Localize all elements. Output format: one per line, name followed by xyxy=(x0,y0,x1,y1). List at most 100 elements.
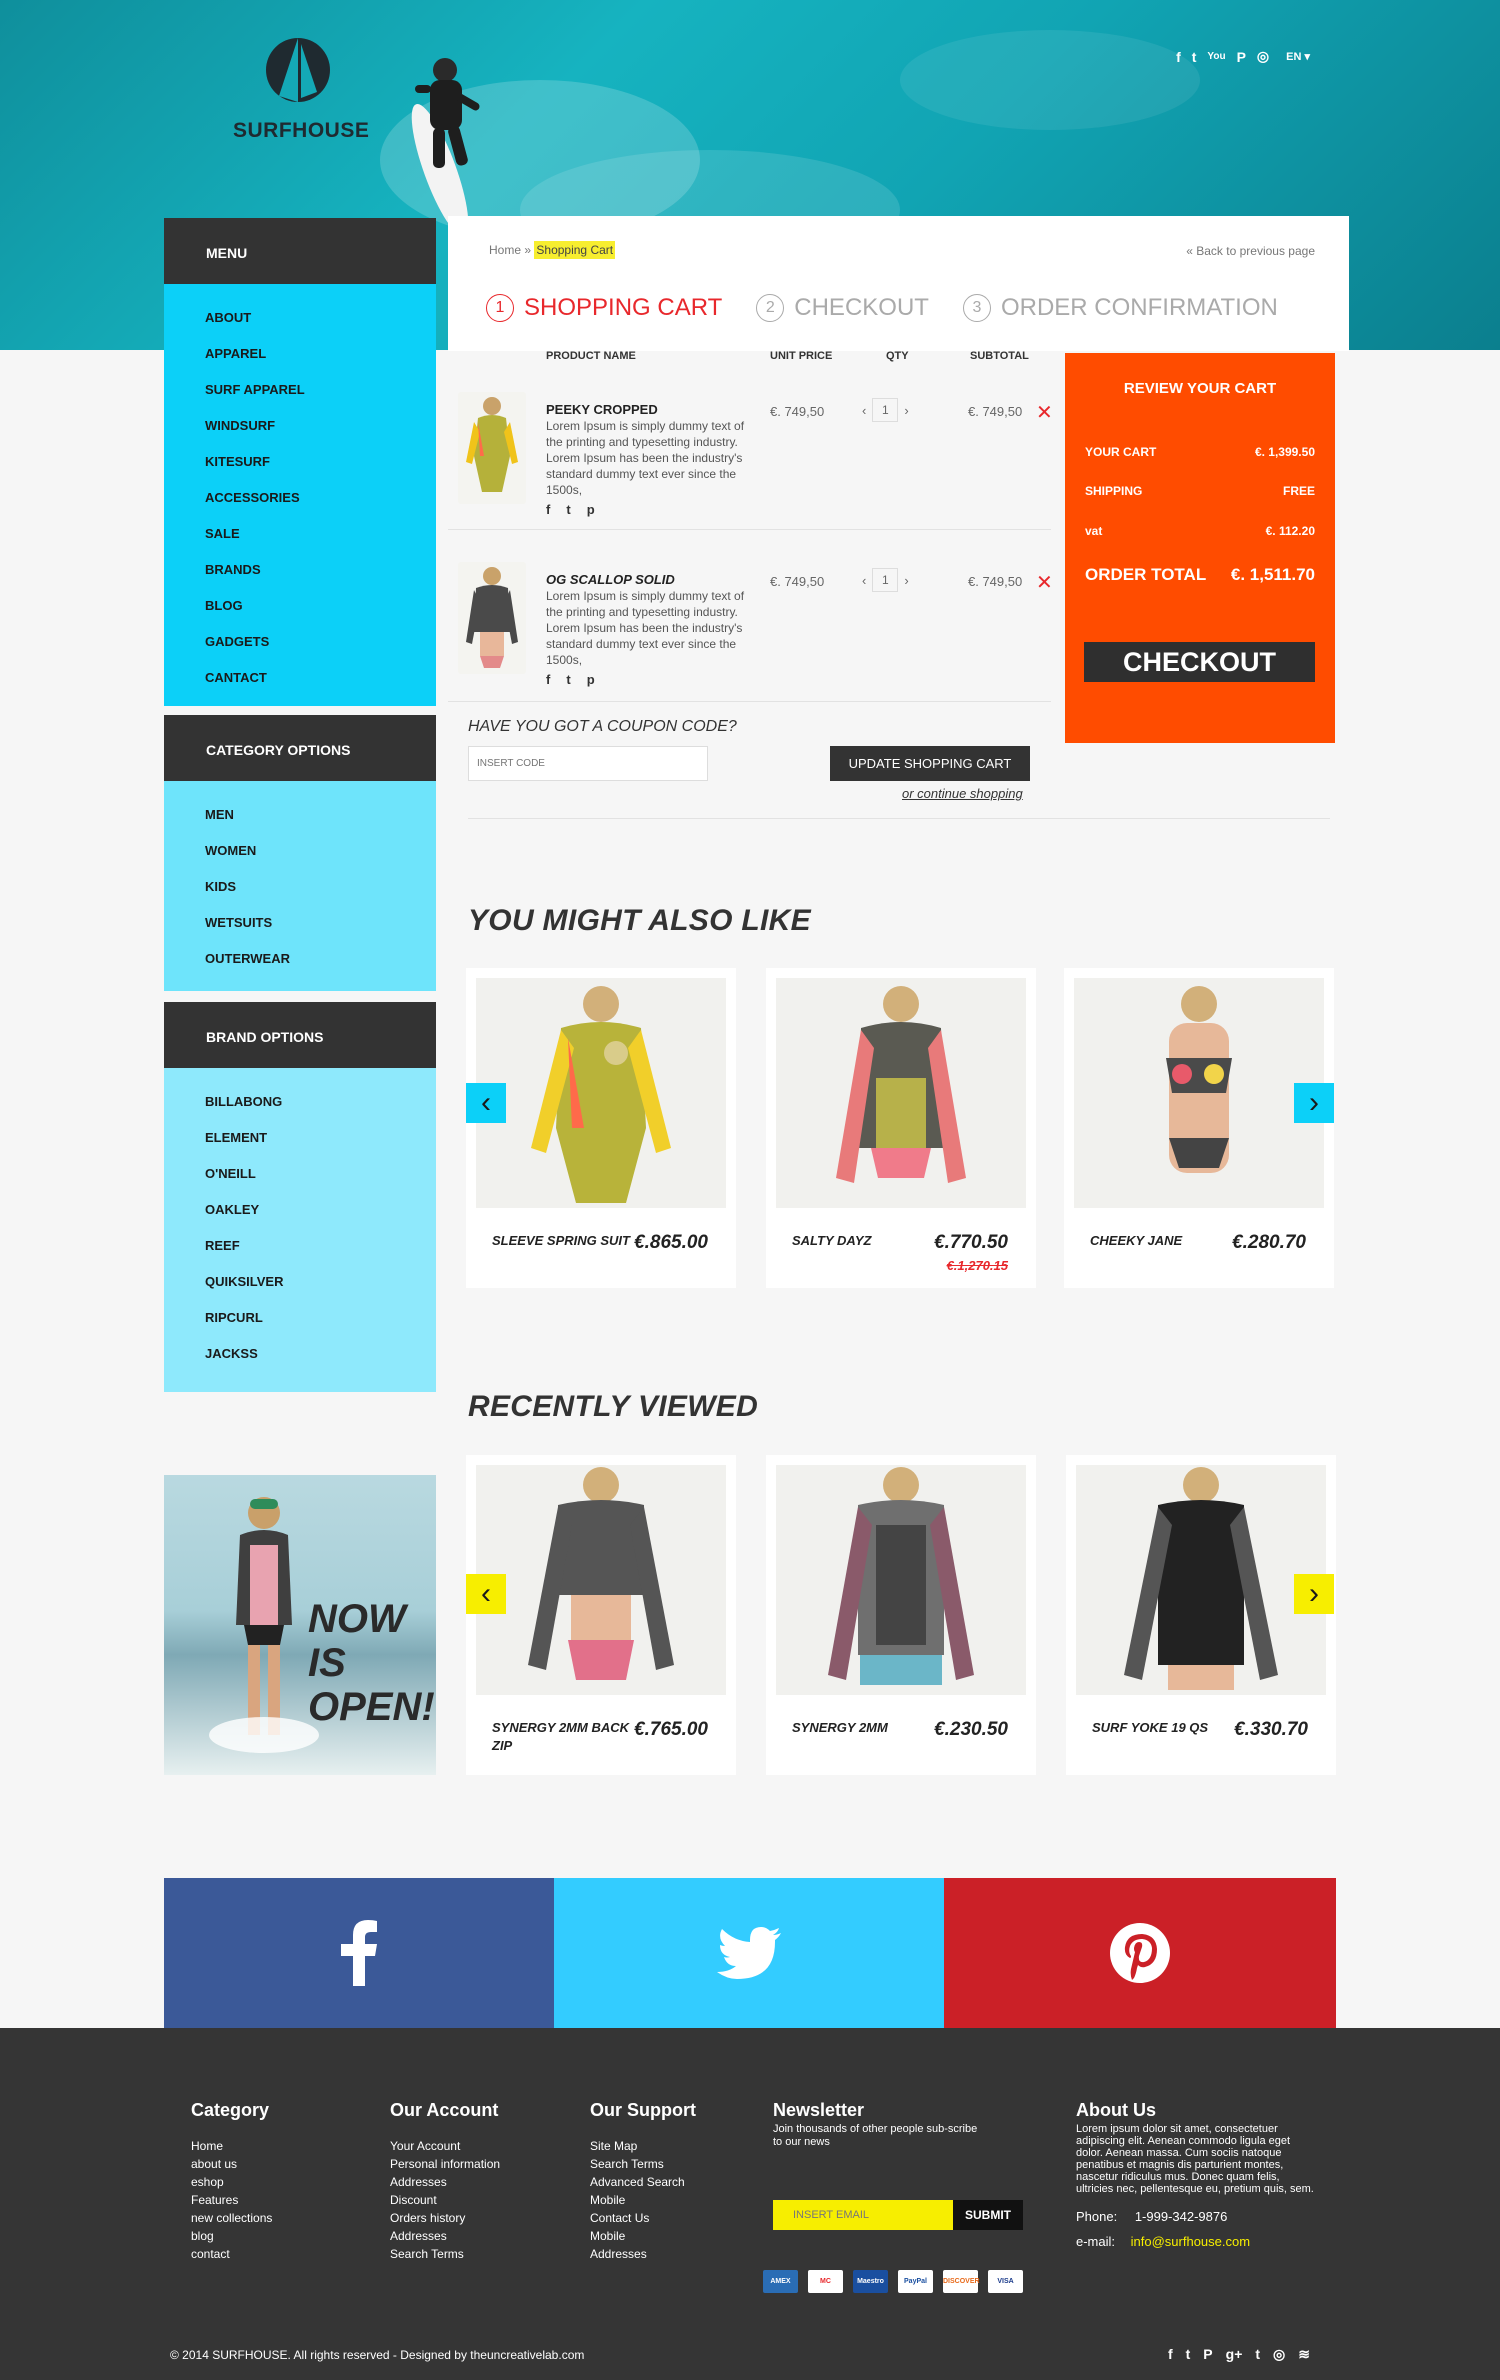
brand-item[interactable]: O'NEILL xyxy=(205,1156,436,1192)
footer-link[interactable]: Orders history xyxy=(390,2209,500,2227)
qty-input[interactable]: 1 xyxy=(872,568,899,592)
youtube-icon[interactable]: You xyxy=(1207,51,1225,62)
product-card[interactable]: SURF YOKE 19 QS €.330.70 xyxy=(1066,1455,1336,1775)
twitter-icon[interactable]: t xyxy=(1192,49,1197,65)
newsletter-email-input[interactable]: INSERT EMAIL xyxy=(773,2200,953,2230)
email-link[interactable]: info@surfhouse.com xyxy=(1131,2234,1250,2249)
product-image[interactable] xyxy=(458,562,526,674)
menu-item-kitesurf[interactable]: KITESURF xyxy=(205,444,436,480)
footer-link[interactable]: Site Map xyxy=(590,2137,696,2155)
twitter-icon[interactable]: t xyxy=(566,502,570,517)
product-card[interactable]: SYNERGY 2MM €.230.50 xyxy=(766,1455,1036,1775)
continue-shopping-link[interactable]: or continue shopping xyxy=(902,786,1023,801)
language-selector[interactable]: EN ▾ xyxy=(1286,50,1310,63)
menu-item-about[interactable]: ABOUT xyxy=(205,300,436,336)
menu-item-accessories[interactable]: ACCESSORIES xyxy=(205,480,436,516)
google-plus-icon[interactable]: g+ xyxy=(1226,2346,1243,2363)
footer-link[interactable]: Features xyxy=(191,2191,272,2209)
carousel-prev-button[interactable]: ‹ xyxy=(466,1083,506,1123)
promo-banner[interactable]: NOW IS OPEN! xyxy=(164,1475,436,1775)
menu-item-gadgets[interactable]: GADGETS xyxy=(205,624,436,660)
pinterest-icon[interactable]: p xyxy=(587,672,595,687)
checkout-button[interactable]: CHECKOUT xyxy=(1084,642,1315,682)
coupon-input[interactable] xyxy=(468,746,708,781)
remove-item-icon[interactable]: ✕ xyxy=(1036,570,1053,595)
footer-link[interactable]: new collections xyxy=(191,2209,272,2227)
pinterest-band[interactable] xyxy=(944,1878,1336,2028)
footer-link[interactable]: Search Terms xyxy=(390,2245,500,2263)
category-item[interactable]: MEN xyxy=(205,797,436,833)
qty-decrease-button[interactable]: ‹ xyxy=(862,403,866,418)
product-name[interactable]: OG SCALLOP SOLID xyxy=(546,572,675,587)
remove-item-icon[interactable]: ✕ xyxy=(1036,400,1053,425)
carousel-next-button[interactable]: › xyxy=(1294,1083,1334,1123)
qty-increase-button[interactable]: › xyxy=(904,573,908,588)
pinterest-icon[interactable]: P xyxy=(1203,2346,1212,2363)
footer-link[interactable]: Home xyxy=(191,2137,272,2155)
footer-link[interactable]: Addresses xyxy=(590,2245,696,2263)
newsletter-submit-button[interactable]: SUBMIT xyxy=(953,2200,1023,2230)
category-item[interactable]: WETSUITS xyxy=(205,905,436,941)
facebook-icon[interactable]: f xyxy=(546,672,550,687)
footer-link[interactable]: Addresses xyxy=(390,2227,500,2245)
brand-item[interactable]: RIPCURL xyxy=(205,1300,436,1336)
qty-decrease-button[interactable]: ‹ xyxy=(862,573,866,588)
recent-prev-button[interactable]: ‹ xyxy=(466,1574,506,1614)
menu-item-blog[interactable]: BLOG xyxy=(205,588,436,624)
category-item[interactable]: OUTERWEAR xyxy=(205,941,436,977)
product-card[interactable]: CHEEKY JANE €.280.70 xyxy=(1064,968,1334,1288)
product-card[interactable]: SYNERGY 2MM BACK ZIP €.765.00 xyxy=(466,1455,736,1775)
pinterest-icon[interactable]: p xyxy=(587,502,595,517)
instagram-icon[interactable]: ◎ xyxy=(1273,2346,1285,2363)
footer-link[interactable]: Mobile xyxy=(590,2227,696,2245)
footer-link[interactable]: Mobile xyxy=(590,2191,696,2209)
facebook-icon[interactable]: f xyxy=(1168,2346,1173,2363)
brand-item[interactable]: REEF xyxy=(205,1228,436,1264)
back-link[interactable]: « Back to previous page xyxy=(1186,244,1315,258)
footer-link[interactable]: about us xyxy=(191,2155,272,2173)
brand-item[interactable]: OAKLEY xyxy=(205,1192,436,1228)
rss-icon[interactable]: ≋ xyxy=(1298,2346,1310,2363)
qty-input[interactable]: 1 xyxy=(872,398,899,422)
footer-link[interactable]: Advanced Search xyxy=(590,2173,696,2191)
brand-item[interactable]: QUIKSILVER xyxy=(205,1264,436,1300)
footer-link[interactable]: contact xyxy=(191,2245,272,2263)
instagram-icon[interactable]: ◎ xyxy=(1257,48,1269,65)
facebook-icon[interactable]: f xyxy=(1176,49,1181,65)
footer-link[interactable]: Personal information xyxy=(390,2155,500,2173)
menu-item-contact[interactable]: CANTACT xyxy=(205,660,436,696)
breadcrumb-home[interactable]: Home xyxy=(489,243,521,257)
product-card[interactable]: SALTY DAYZ €.770.50 €.1,270.15 xyxy=(766,968,1036,1288)
menu-item-brands[interactable]: BRANDS xyxy=(205,552,436,588)
qty-increase-button[interactable]: › xyxy=(904,403,908,418)
logo[interactable]: SURFHOUSE xyxy=(233,30,369,143)
category-item[interactable]: WOMEN xyxy=(205,833,436,869)
footer-link[interactable]: Your Account xyxy=(390,2137,500,2155)
brand-item[interactable]: JACKSS xyxy=(205,1336,436,1372)
pinterest-icon[interactable]: P xyxy=(1237,49,1246,65)
menu-item-apparel[interactable]: APPAREL xyxy=(205,336,436,372)
product-name[interactable]: PEEKY CROPPED xyxy=(546,402,658,417)
brand-item[interactable]: BILLABONG xyxy=(205,1084,436,1120)
twitter-icon[interactable]: t xyxy=(1186,2346,1191,2363)
category-item[interactable]: KIDS xyxy=(205,869,436,905)
update-cart-button[interactable]: UPDATE SHOPPING CART xyxy=(830,746,1030,781)
menu-item-sale[interactable]: SALE xyxy=(205,516,436,552)
product-card[interactable]: SLEEVE SPRING SUIT €.865.00 xyxy=(466,968,736,1288)
recent-next-button[interactable]: › xyxy=(1294,1574,1334,1614)
tumblr-icon[interactable]: t xyxy=(1255,2346,1260,2363)
footer-link[interactable]: Addresses xyxy=(390,2173,500,2191)
facebook-band[interactable] xyxy=(164,1878,554,2028)
footer-link[interactable]: blog xyxy=(191,2227,272,2245)
footer-link[interactable]: eshop xyxy=(191,2173,272,2191)
menu-item-windsurf[interactable]: WINDSURF xyxy=(205,408,436,444)
footer-link[interactable]: Search Terms xyxy=(590,2155,696,2173)
twitter-band[interactable] xyxy=(554,1878,944,2028)
facebook-icon[interactable]: f xyxy=(546,502,550,517)
menu-item-surf-apparel[interactable]: SURF APPAREL xyxy=(205,372,436,408)
product-image[interactable] xyxy=(458,392,526,504)
footer-link[interactable]: Discount xyxy=(390,2191,500,2209)
footer-link[interactable]: Contact Us xyxy=(590,2209,696,2227)
twitter-icon[interactable]: t xyxy=(566,672,570,687)
brand-item[interactable]: ELEMENT xyxy=(205,1120,436,1156)
